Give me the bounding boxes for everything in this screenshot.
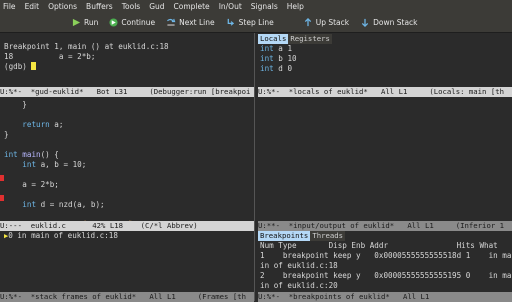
continue-label: Continue: [121, 18, 156, 27]
toolbar: Run Continue Next Line Step Line Up Stac…: [0, 13, 512, 33]
src-line: int a, b = 10;: [22, 160, 87, 169]
local-row[interactable]: int d 0: [260, 64, 512, 74]
locals-tab-bar: Locals Registers: [258, 34, 332, 44]
src-line: [4, 170, 254, 180]
breakpoint-row-cont: in of euklid.c:20: [260, 281, 338, 290]
stack-frame-row[interactable]: ▶0 in main of euklid.c:18: [4, 231, 254, 241]
src-line: int d = nzd(a, b);: [22, 200, 105, 209]
menu-buffers[interactable]: Buffers: [86, 2, 113, 11]
continue-button[interactable]: Continue: [109, 18, 155, 27]
step-line-button[interactable]: Step Line: [226, 18, 274, 27]
next-line-label: Next Line: [179, 18, 215, 27]
io-modeline: U:**- *input/output of euklid* All L1 (I…: [258, 221, 512, 231]
down-stack-icon: [361, 18, 369, 27]
gud-line-2: 18 a = 2*b;: [4, 52, 96, 61]
gud-prompt-text: (gdb): [4, 62, 32, 71]
next-line-icon: [167, 18, 176, 26]
src-line: }: [4, 100, 27, 109]
menu-edit[interactable]: Edit: [25, 2, 40, 11]
src-line: }: [4, 130, 9, 139]
gdb-prompt[interactable]: (gdb): [4, 62, 254, 72]
menu-file[interactable]: File: [3, 2, 16, 11]
local-row[interactable]: int b 10: [260, 54, 512, 64]
stack-modeline: U:%*- *stack frames of euklid* All L1 (F…: [0, 292, 254, 302]
src-line: [4, 110, 254, 120]
src-line: int main() {: [4, 150, 59, 159]
breakpoint-marker[interactable]: [0, 195, 4, 201]
breakpoint-row[interactable]: 2 breakpoint keep y 0x00005555555555195 …: [260, 271, 512, 281]
next-line-button[interactable]: Next Line: [166, 18, 215, 27]
gud-buffer[interactable]: Breakpoint 1, main () at euklid.c:18 18 …: [0, 34, 254, 87]
tab-registers[interactable]: Registers: [288, 34, 332, 44]
run-button[interactable]: Run: [72, 18, 98, 27]
menu-help[interactable]: Help: [287, 2, 304, 11]
down-stack-label: Down Stack: [373, 18, 418, 27]
menu-bar: File Edit Options Buffers Tools Gud Comp…: [0, 0, 512, 13]
up-stack-icon: [304, 18, 311, 27]
src-line: [4, 210, 254, 220]
src-line-current: a = 2*b;: [4, 180, 59, 189]
src-line: [4, 140, 254, 150]
up-stack-label: Up Stack: [315, 18, 350, 27]
source-buffer[interactable]: } return a; } int main() { int a, b = 10…: [0, 97, 254, 221]
breakpoints-modeline: U:%*- *breakpoints of euklid* All L1: [258, 292, 512, 302]
menu-tools[interactable]: Tools: [122, 2, 140, 11]
menu-gud[interactable]: Gud: [149, 2, 164, 11]
text-cursor: [31, 62, 37, 70]
src-line: [4, 190, 254, 200]
io-buffer[interactable]: [258, 97, 512, 221]
src-line: return a;: [22, 120, 64, 129]
breakpoint-marker[interactable]: [0, 175, 4, 181]
menu-signals[interactable]: Signals: [251, 2, 278, 11]
locals-modeline: U:%*- *locals of euklid* All L1 (Locals:…: [258, 87, 512, 97]
gud-modeline: U:%*- *gud-euklid* Bot L31 (Debugger:run…: [0, 87, 254, 97]
menu-complete[interactable]: Complete: [174, 2, 210, 11]
continue-icon: [109, 18, 118, 27]
breakpoint-row[interactable]: 1 breakpoint keep y 0x0000555555555518d …: [260, 251, 512, 261]
gud-line-1: Breakpoint 1, main () at euklid.c:18: [4, 42, 169, 51]
return-keyword: return: [22, 120, 50, 129]
run-label: Run: [84, 18, 99, 27]
breakpoints-tab-bar: Breakpoints Threads: [258, 231, 346, 241]
breakpoints-header: Num Type Disp Enb Addr Hits What: [260, 241, 498, 250]
menu-options[interactable]: Options: [48, 2, 77, 11]
down-stack-button[interactable]: Down Stack: [360, 18, 418, 27]
run-icon: [72, 18, 81, 27]
tab-breakpoints[interactable]: Breakpoints: [258, 231, 311, 241]
up-stack-button[interactable]: Up Stack: [303, 18, 349, 27]
tab-threads[interactable]: Threads: [310, 231, 346, 241]
locals-buffer[interactable]: int a 1 int b 10 int d 0: [258, 44, 512, 87]
tab-locals[interactable]: Locals: [258, 34, 289, 44]
menu-in-out[interactable]: In/Out: [219, 2, 242, 11]
step-line-label: Step Line: [238, 18, 274, 27]
local-row[interactable]: int a 1: [260, 44, 512, 54]
stack-frames-buffer[interactable]: ▶0 in main of euklid.c:18: [0, 231, 254, 292]
breakpoint-row-cont: in of euklid.c:18: [260, 261, 338, 270]
source-modeline: U:--- euklid.c 42% L18 (C/*l Abbrev): [0, 221, 254, 231]
breakpoints-buffer[interactable]: Num Type Disp Enb Addr Hits What 1 break…: [258, 241, 512, 292]
step-line-icon: [227, 18, 234, 26]
